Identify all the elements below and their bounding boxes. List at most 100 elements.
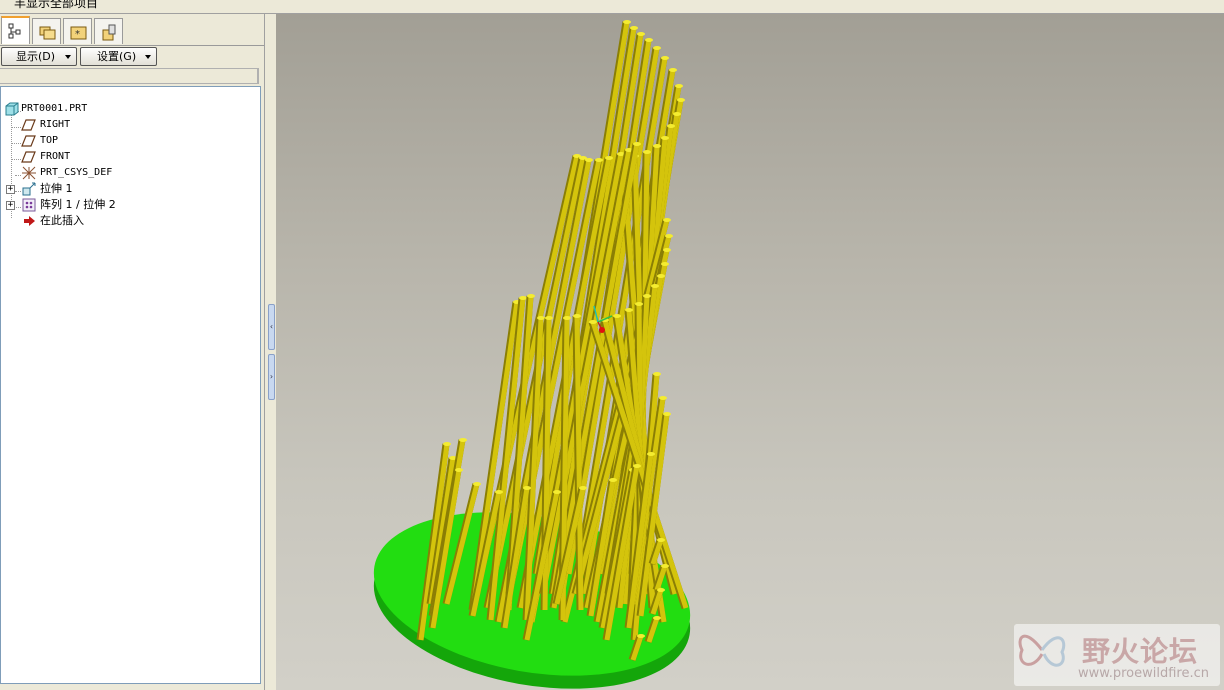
rod-top-cap [455,468,463,472]
rod-top-cap [623,20,631,24]
connections-icon [102,24,116,41]
display-dropdown-button[interactable]: 显示(D) [1,47,77,66]
rod-top-cap [537,316,545,320]
navigator-tabs: * [0,16,264,46]
rod-top-cap [653,46,661,50]
settings-button-label: 设置(G) [97,50,137,63]
tab-divider [0,45,264,46]
rod-top-cap [495,490,503,494]
rod-top-cap [595,158,603,162]
rod-top-cap [637,32,645,36]
datum-plane-icon [21,135,36,147]
svg-text:*: * [75,29,80,40]
rod-top-cap [527,294,535,298]
rod-top-cap [523,486,531,490]
chevron-down-icon [145,55,151,59]
rod-top-cap [643,294,651,298]
rod-top-cap [659,396,667,400]
rod-top-cap [645,38,653,42]
rod-top-cap [585,158,593,162]
rod-top-cap [579,486,587,490]
expand-toggle[interactable]: + [6,185,15,194]
tree-item-label: 拉伸 1 [40,182,73,195]
rod-top-cap [553,490,561,494]
chevron-down-icon [65,55,71,59]
window-title-strip: 丰显示全部项目 [0,0,1224,14]
tree-connector [11,127,21,128]
rod-top-cap [647,452,655,456]
tab-connections[interactable] [94,18,123,44]
tree-item-insert-here[interactable]: 在此插入 [21,213,241,229]
datum-plane-icon [21,151,36,163]
expand-right-handle[interactable]: › [268,354,275,400]
tree-item-label: 在此插入 [40,214,84,227]
rod-top-cap [459,438,467,442]
csys-origin-marker [599,327,605,333]
rod-top-cap [635,302,643,306]
tree-item-part[interactable]: PRT0001.PRT [4,101,244,117]
rod-top-cap [661,136,669,140]
expand-toggle[interactable]: + [6,201,15,210]
tree-item-top[interactable]: TOP [21,133,241,149]
extrude-icon [22,182,36,196]
rod-top-cap [625,308,633,312]
tab-folder-browser[interactable] [32,18,61,44]
tree-item-right[interactable]: RIGHT [21,117,241,133]
rod-top-cap [443,442,451,446]
rod-top-cap [633,464,641,468]
tree-column-header[interactable] [0,68,259,84]
rod-top-cap [661,56,669,60]
rod-top-cap [589,320,597,324]
rod-top-cap [663,248,671,252]
tab-favorites[interactable]: * [63,18,92,44]
watermark-url: www.proewildfire.cn [1078,666,1209,681]
rod-top-cap [609,478,617,482]
pattern-icon [22,198,36,212]
rod-top-cap [667,124,675,128]
model-tree-icon [8,23,21,39]
coordinate-system-icon [22,166,36,180]
rod-top-cap [657,588,665,592]
window-title: 丰显示全部项目 [14,0,99,10]
insert-here-arrow-icon [24,216,35,226]
tree-item-label: PRT_CSYS_DEF [40,167,113,178]
rod-top-cap [657,538,665,542]
tree-item-front[interactable]: FRONT [21,149,241,165]
model-tree: PRT0001.PRT RIGHT TOP FRONT PRT_CSYS_DEF… [0,86,261,684]
graphics-viewport[interactable]: 野火论坛 www.proewildfire.cn [276,14,1224,690]
rod-top-cap [653,616,661,620]
rod-top-cap [675,84,683,88]
tree-item-label: FRONT [40,151,71,162]
tree-item-pattern-1[interactable]: 阵列 1 / 拉伸 2 [21,197,241,213]
rod-top-cap [613,314,621,318]
rod-top-cap [473,482,481,486]
rod-top-cap [661,564,669,568]
tree-item-extrude-1[interactable]: 拉伸 1 [21,181,241,197]
collapse-left-handle[interactable]: ‹ [268,304,275,350]
watermark-title: 野火论坛 [1082,635,1199,668]
tree-item-label: TOP [40,135,59,146]
rod-top-cap [653,144,661,148]
part-icon [5,102,19,116]
tree-item-label: PRT0001.PRT [21,103,88,114]
tree-item-csys[interactable]: PRT_CSYS_DEF [21,165,241,181]
tree-item-label: 阵列 1 / 拉伸 2 [40,198,116,211]
display-button-label: 显示(D) [16,50,56,63]
rod-top-cap [657,274,665,278]
tab-model-tree[interactable] [1,16,30,44]
rod-top-cap [665,234,673,238]
model-3d-view[interactable] [276,14,1224,690]
settings-dropdown-button[interactable]: 设置(G) [80,47,157,66]
rod-top-cap [661,262,669,266]
rod-top-cap [673,112,681,116]
tree-connector [11,143,21,144]
rod-top-cap [651,284,659,288]
rod-top-cap [663,412,671,416]
navigator-panel: * 显示(D) 设置(G) PRT0001.PRT RIGHT TOP FRON… [0,14,264,690]
datum-plane-icon [21,119,36,131]
forum-watermark: 野火论坛 www.proewildfire.cn [1014,624,1220,686]
rod-top-cap [663,218,671,222]
rod-top-cap [669,68,677,72]
folder-browser-icon [39,26,56,40]
rod-top-cap [519,296,527,300]
